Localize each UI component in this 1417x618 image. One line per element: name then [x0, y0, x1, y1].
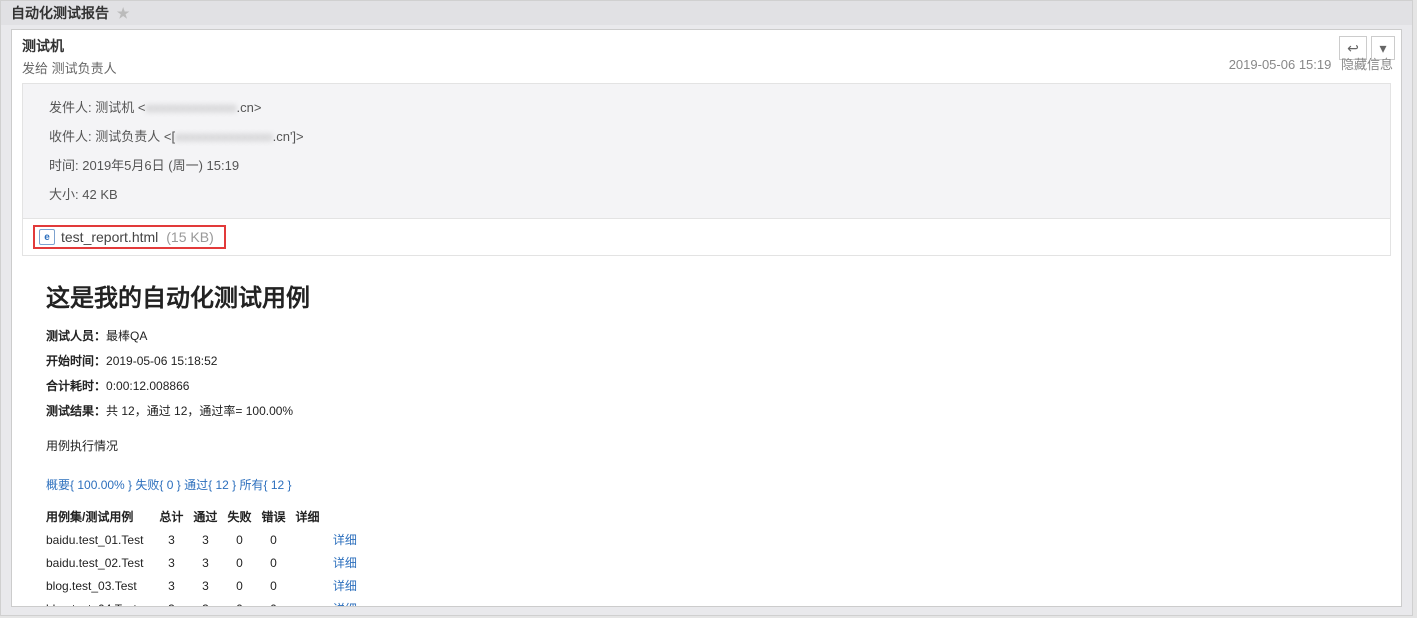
th-fail: 失败 — [227, 505, 261, 528]
th-total: 总计 — [159, 505, 193, 528]
cell-fail: 0 — [227, 574, 261, 597]
to-addr-left: <[ — [164, 129, 175, 144]
cell-err: 0 — [261, 528, 295, 551]
cell-pass: 3 — [193, 574, 227, 597]
cell-fail: 0 — [227, 528, 261, 551]
time-label: 时间: — [49, 158, 79, 173]
details-panel: 发件人: 测试机 <xxxxxxxxxxxxxx.cn> 收件人: 测试负责人 … — [22, 83, 1391, 219]
recip-name: 测试负责人 — [52, 61, 117, 76]
detail-link[interactable]: 详细 — [333, 579, 357, 593]
start-value: 2019-05-06 15:18:52 — [106, 354, 217, 368]
sender-name: 测试机 — [22, 34, 1391, 56]
table-row: baidu.test_02.Test3300详细 — [46, 551, 404, 574]
header-right-meta: 2019-05-06 15:19 隐藏信息 — [1229, 54, 1393, 73]
cell-err: 0 — [261, 597, 295, 607]
start-label: 开始时间： — [46, 354, 106, 368]
details-size-row: 大小: 42 KB — [49, 179, 1374, 208]
cell-total: 3 — [159, 528, 193, 551]
recip-label: 发给 — [22, 61, 48, 76]
th-detail: 详细 — [295, 505, 404, 528]
size-label: 大小: — [49, 187, 79, 202]
table-row: baidu.test_01.Test3300详细 — [46, 528, 404, 551]
window-titlebar: 自动化测试报告 ★ — [1, 1, 1412, 25]
recipient-line: 发给 测试负责人 — [22, 56, 1391, 77]
html-file-icon: e — [39, 229, 55, 245]
details-from-row: 发件人: 测试机 <xxxxxxxxxxxxxx.cn> — [49, 92, 1374, 121]
result-filters: 概要{ 100.00% } 失败{ 0 } 通过{ 12 } 所有{ 12 } — [46, 476, 1377, 493]
details-time-row: 时间: 2019年5月6日 (周一) 15:19 — [49, 150, 1374, 179]
details-to-row: 收件人: 测试负责人 <[xxxxxxxxxxxxxxx.cn']> — [49, 121, 1374, 150]
to-addr-right: .cn']> — [273, 129, 304, 144]
size-value: 42 KB — [82, 187, 117, 202]
window-title: 自动化测试报告 — [11, 5, 109, 21]
filter-fail[interactable]: 失败{ 0 } — [135, 478, 180, 492]
th-name: 用例集/测试用例 — [46, 505, 159, 528]
filter-all[interactable]: 所有{ 12 } — [240, 478, 292, 492]
email-content: ↩ ▾ 测试机 发给 测试负责人 2019-05-06 15:19 隐藏信息 发… — [11, 29, 1402, 607]
header-datetime: 2019-05-06 15:19 — [1229, 57, 1332, 72]
table-row: blog.test_03.Test3300详细 — [46, 574, 404, 597]
cell-pass: 3 — [193, 597, 227, 607]
cell-err: 0 — [261, 574, 295, 597]
exec-heading: 用例执行情况 — [46, 437, 1377, 454]
th-pass: 通过 — [193, 505, 227, 528]
from-label: 发件人: — [49, 100, 92, 115]
detail-link[interactable]: 详细 — [333, 556, 357, 570]
cell-total: 3 — [159, 551, 193, 574]
from-addr-right: .cn> — [236, 100, 261, 115]
cell-pass: 3 — [193, 528, 227, 551]
attachment-bar: e test_report.html (15 KB) — [22, 219, 1391, 256]
filter-pass[interactable]: 通过{ 12 } — [184, 478, 236, 492]
to-value: 测试负责人 — [95, 129, 160, 144]
cell-name: baidu.test_02.Test — [46, 551, 159, 574]
cell-fail: 0 — [227, 597, 261, 607]
detail-link[interactable]: 详细 — [333, 533, 357, 547]
hide-info-link[interactable]: 隐藏信息 — [1335, 57, 1393, 72]
from-value: 测试机 — [95, 100, 134, 115]
result-value: 共 12，通过 12，通过率= 100.00% — [106, 404, 293, 418]
duration-label: 合计耗时： — [46, 379, 106, 393]
th-err: 错误 — [261, 505, 295, 528]
email-window: 自动化测试报告 ★ ↩ ▾ 测试机 发给 测试负责人 2019-05-06 15… — [0, 0, 1413, 616]
cell-name: baidu.test_01.Test — [46, 528, 159, 551]
cell-pass: 3 — [193, 551, 227, 574]
tester-label: 测试人员： — [46, 329, 106, 343]
tester-value: 最棒QA — [106, 329, 147, 343]
attachment-item[interactable]: e test_report.html (15 KB) — [33, 225, 226, 249]
cell-name: blog.test_03.Test — [46, 574, 159, 597]
cell-err: 0 — [261, 551, 295, 574]
report-title: 这是我的自动化测试用例 — [46, 278, 1377, 313]
cell-fail: 0 — [227, 551, 261, 574]
filter-summary[interactable]: 概要{ 100.00% } — [46, 478, 132, 492]
detail-link[interactable]: 详细 — [333, 602, 357, 607]
to-label: 收件人: — [49, 129, 92, 144]
report-meta: 测试人员：最棒QA 开始时间：2019-05-06 15:18:52 合计耗时：… — [46, 327, 1377, 419]
attachment-name: test_report.html — [61, 229, 158, 245]
cell-total: 3 — [159, 597, 193, 607]
email-body: 这是我的自动化测试用例 测试人员：最棒QA 开始时间：2019-05-06 15… — [12, 256, 1401, 607]
cell-total: 3 — [159, 574, 193, 597]
result-label: 测试结果： — [46, 404, 106, 418]
table-row: blog.test_04.Test3300详细 — [46, 597, 404, 607]
duration-value: 0:00:12.008866 — [106, 379, 189, 393]
cell-name: blog.test_04.Test — [46, 597, 159, 607]
to-addr-blur: xxxxxxxxxxxxxxx — [175, 129, 273, 144]
attachment-size: (15 KB) — [158, 229, 213, 245]
star-icon[interactable]: ★ — [113, 5, 130, 21]
email-header: ↩ ▾ 测试机 发给 测试负责人 2019-05-06 15:19 隐藏信息 — [12, 30, 1401, 77]
from-addr-blur: xxxxxxxxxxxxxx — [145, 100, 236, 115]
time-value: 2019年5月6日 (周一) 15:19 — [82, 158, 239, 173]
results-table: 用例集/测试用例 总计 通过 失败 错误 详细 baidu.test_01.Te… — [46, 505, 404, 607]
